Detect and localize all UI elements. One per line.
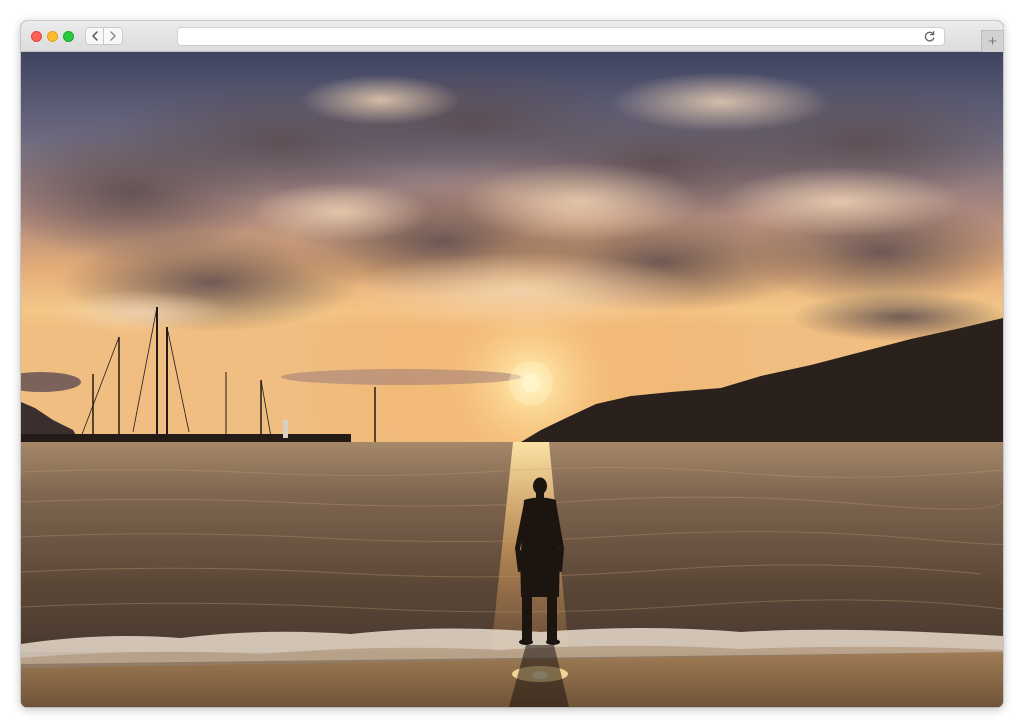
forward-button[interactable]: [104, 27, 123, 45]
new-tab-button[interactable]: +: [981, 30, 1003, 52]
minimize-window-button[interactable]: [47, 31, 58, 42]
title-bar: +: [21, 21, 1003, 52]
close-window-button[interactable]: [31, 31, 42, 42]
sunset-photo: [21, 52, 1003, 707]
address-bar[interactable]: [177, 27, 945, 46]
photo-viewport: [21, 52, 1003, 707]
chevron-left-icon: [91, 31, 98, 41]
back-button[interactable]: [85, 27, 104, 45]
reload-icon[interactable]: [923, 30, 936, 43]
browser-window: +: [21, 21, 1003, 707]
chevron-right-icon: [110, 31, 116, 41]
maximize-window-button[interactable]: [63, 31, 74, 42]
plus-icon: +: [988, 33, 997, 50]
